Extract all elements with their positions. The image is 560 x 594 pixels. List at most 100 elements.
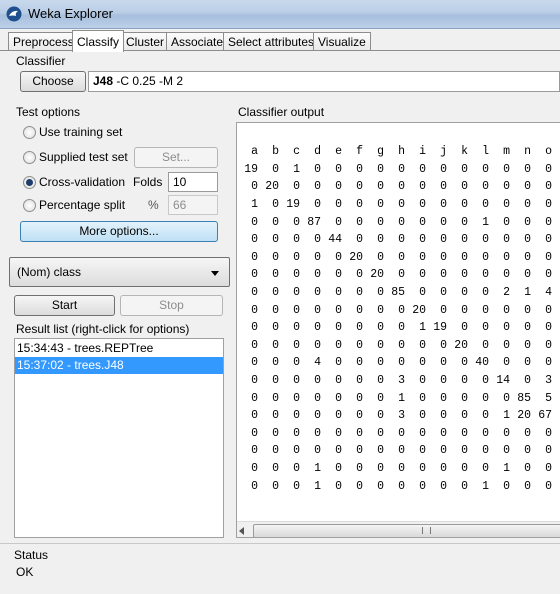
choose-button[interactable]: Choose xyxy=(20,71,86,92)
percentage-split-radio[interactable] xyxy=(23,199,36,212)
matrix-cell: 0 xyxy=(461,215,468,229)
matrix-cell: 0 xyxy=(524,374,531,388)
matrix-cell: 0 xyxy=(482,268,489,282)
scroll-left-icon[interactable] xyxy=(239,527,244,535)
matrix-cell: 0 xyxy=(503,391,510,405)
matrix-cell: 0 xyxy=(545,233,552,247)
matrix-cell: 0 xyxy=(335,321,342,335)
matrix-row: 0 20 0 0 0 0 0 0 0 0 0 0 0 0 0 xyxy=(237,178,552,196)
matrix-cell: 0 xyxy=(314,426,321,440)
use-training-radio[interactable] xyxy=(23,126,36,139)
matrix-cell: 0 xyxy=(377,444,384,458)
matrix-cell: 0 xyxy=(356,391,363,405)
result-list[interactable]: 15:34:43 - trees.REPTree 15:37:02 - tree… xyxy=(14,338,224,538)
radio-selected-dot xyxy=(26,179,33,186)
matrix-cell: 0 xyxy=(314,162,321,176)
matrix-row: 0 0 0 0 0 0 0 3 0 0 0 0 1 20 67 xyxy=(237,407,552,425)
matrix-cell: 0 xyxy=(293,391,300,405)
matrix-cell: 0 xyxy=(251,338,258,352)
matrix-cell: 0 xyxy=(377,356,384,370)
tab-preprocess[interactable]: Preprocess xyxy=(8,32,79,51)
more-options-button[interactable]: More options... xyxy=(20,221,218,242)
matrix-column-header: m xyxy=(503,145,510,159)
matrix-cell: 0 xyxy=(314,268,321,282)
matrix-cell: 0 xyxy=(251,321,258,335)
tab-select-attributes[interactable]: Select attributes xyxy=(223,32,320,51)
matrix-cell: 0 xyxy=(398,180,405,194)
matrix-column-header: g xyxy=(377,145,384,159)
result-item-reptree[interactable]: 15:34:43 - trees.REPTree xyxy=(15,340,223,357)
matrix-cell: 0 xyxy=(251,303,258,317)
matrix-cell: 1 xyxy=(314,461,321,475)
title-bar[interactable]: Weka Explorer xyxy=(0,0,560,29)
start-button[interactable]: Start xyxy=(14,295,115,316)
matrix-cell: 0 xyxy=(482,374,489,388)
matrix-cell: 0 xyxy=(545,444,552,458)
stop-button[interactable]: Stop xyxy=(120,295,223,316)
matrix-cell: 0 xyxy=(503,444,510,458)
matrix-cell: 0 xyxy=(335,180,342,194)
test-options-label: Test options xyxy=(16,105,81,119)
tab-classify[interactable]: Classify xyxy=(72,30,125,52)
supplied-test-radio[interactable] xyxy=(23,151,36,164)
matrix-cell: 0 xyxy=(461,479,468,493)
matrix-cell: 0 xyxy=(293,303,300,317)
matrix-cell: 0 xyxy=(524,250,531,264)
matrix-cell: 0 xyxy=(398,215,405,229)
matrix-cell: 0 xyxy=(293,321,300,335)
class-select[interactable]: (Nom) class xyxy=(9,257,230,287)
matrix-cell: 0 xyxy=(419,338,426,352)
matrix-cell: 0 xyxy=(251,479,258,493)
tab-cluster[interactable]: Cluster xyxy=(121,32,170,51)
matrix-cell: 0 xyxy=(251,426,258,440)
classifier-field[interactable]: J48 -C 0.25 -M 2 xyxy=(88,71,560,92)
matrix-cell: 3 xyxy=(398,409,405,423)
matrix-cell: 0 xyxy=(314,180,321,194)
matrix-cell: 0 xyxy=(398,268,405,282)
matrix-cell: 0 xyxy=(503,180,510,194)
matrix-cell: 0 xyxy=(419,162,426,176)
matrix-cell: 0 xyxy=(356,303,363,317)
matrix-cell: 0 xyxy=(524,198,531,212)
matrix-cell: 0 xyxy=(293,268,300,282)
matrix-cell: 0 xyxy=(440,356,447,370)
matrix-cell: 0 xyxy=(545,180,552,194)
matrix-cell: 0 xyxy=(440,391,447,405)
percent-input[interactable]: 66 xyxy=(168,195,218,215)
classifier-output-panel[interactable]: abcdefghijklmno 19 0 1 0 0 0 0 0 0 0 0 0 0 0 0 0 20 0 0 0 0 0… xyxy=(236,122,560,538)
matrix-cell: 20 xyxy=(370,268,384,282)
matrix-cell: 0 xyxy=(293,444,300,458)
matrix-cell: 0 xyxy=(440,461,447,475)
matrix-cell: 0 xyxy=(356,180,363,194)
confusion-matrix: abcdefghijklmno 19 0 1 0 0 0 0 0 0 0 0 0 0 0 0 0 20 0 0 0 0 0… xyxy=(237,143,552,495)
matrix-cell: 0 xyxy=(398,198,405,212)
window-title: Weka Explorer xyxy=(28,6,114,21)
matrix-cell: 0 xyxy=(398,444,405,458)
folds-label: Folds xyxy=(133,175,163,189)
matrix-cell: 0 xyxy=(398,426,405,440)
matrix-column-header: h xyxy=(398,145,405,159)
tab-associate[interactable]: Associate xyxy=(166,32,229,51)
matrix-cell: 0 xyxy=(545,303,552,317)
matrix-cell: 0 xyxy=(461,374,468,388)
matrix-cell: 0 xyxy=(272,426,279,440)
horizontal-scrollbar[interactable] xyxy=(237,521,560,537)
cross-validation-radio[interactable] xyxy=(23,176,36,189)
matrix-cell: 0 xyxy=(335,268,342,282)
tab-visualize[interactable]: Visualize xyxy=(313,32,371,51)
matrix-cell: 0 xyxy=(356,233,363,247)
matrix-cell: 0 xyxy=(377,198,384,212)
matrix-cell: 19 xyxy=(433,321,447,335)
matrix-cell: 0 xyxy=(314,198,321,212)
folds-input[interactable]: 10 xyxy=(168,172,218,192)
matrix-cell: 0 xyxy=(524,180,531,194)
matrix-cell: 1 xyxy=(419,321,426,335)
matrix-cell: 0 xyxy=(293,250,300,264)
result-item-j48[interactable]: 15:37:02 - trees.J48 xyxy=(15,357,223,374)
scrollbar-thumb[interactable] xyxy=(253,524,560,537)
matrix-cell: 0 xyxy=(524,479,531,493)
set-button[interactable]: Set... xyxy=(134,147,218,168)
matrix-cell: 0 xyxy=(545,198,552,212)
matrix-cell: 0 xyxy=(419,198,426,212)
matrix-cell: 0 xyxy=(272,356,279,370)
